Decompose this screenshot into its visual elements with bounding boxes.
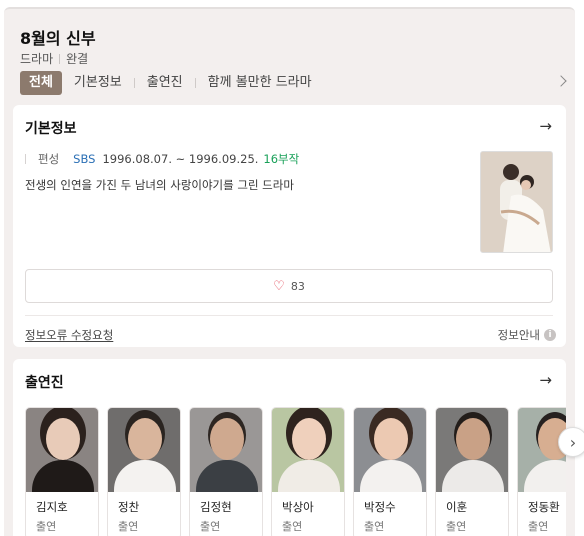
tab-basic-info[interactable]: 기본정보	[62, 71, 134, 95]
cast-heading: 출연진	[25, 375, 64, 391]
cast-role: 출연	[364, 520, 385, 533]
cast-name: 김지호	[36, 500, 68, 514]
cast-item[interactable]: 박상아 출연	[271, 407, 345, 536]
cast-next-button[interactable]: ›	[558, 427, 584, 457]
cast-item[interactable]: 김지호 출연	[25, 407, 99, 536]
cast-photo	[190, 408, 262, 492]
cast-photo	[26, 408, 98, 492]
cast-photo	[354, 408, 426, 492]
like-button[interactable]: ♡ 83	[25, 269, 553, 303]
cast-photo	[108, 408, 180, 492]
cast-photo	[518, 408, 566, 492]
tab-bar: 전체 기본정보 출연진 함께 볼만한 드라마	[20, 71, 324, 95]
network-link[interactable]: SBS	[73, 152, 95, 166]
cast-card: 출연진 → 김지호 출연 정찬 출연 김정현 출연 박상아 출연 박정수 출연 …	[13, 359, 566, 536]
arrow-right-icon[interactable]: →	[539, 371, 552, 389]
info-guide[interactable]: 정보안내 i	[498, 327, 556, 343]
divider	[59, 53, 61, 64]
cast-name: 박정수	[364, 500, 396, 514]
meta-label: 편성	[38, 152, 60, 166]
cast-role: 출연	[446, 520, 467, 533]
info-guide-label: 정보안내	[497, 328, 540, 342]
report-error-link[interactable]: 정보오류 수정요청	[25, 327, 113, 343]
arrow-right-icon[interactable]: →	[539, 117, 552, 135]
cast-item[interactable]: 박정수 출연	[353, 407, 427, 536]
cast-role: 출연	[36, 520, 57, 533]
episode-count: 16부작	[263, 152, 300, 166]
cast-photo	[272, 408, 344, 492]
tab-cast[interactable]: 출연진	[135, 71, 195, 95]
drama-poster[interactable]	[480, 151, 553, 253]
like-count: 83	[290, 279, 305, 293]
heart-icon: ♡	[273, 278, 285, 294]
cast-item[interactable]: 이훈 출연	[435, 407, 509, 536]
tab-related-dramas[interactable]: 함께 볼만한 드라마	[196, 71, 324, 95]
basic-info-heading: 기본정보	[25, 121, 77, 137]
cast-name: 박상아	[282, 500, 314, 514]
cast-role: 출연	[200, 520, 221, 533]
drama-description: 전생의 인연을 가진 두 남녀의 사랑이야기를 그린 드라마	[25, 178, 294, 192]
info-icon: i	[544, 329, 556, 341]
basic-info-card: 기본정보 → 편성 SBS 1996.08.07. ~ 1996.09.25. …	[13, 105, 566, 347]
cast-item[interactable]: 정동환 출연	[517, 407, 566, 536]
poster-image	[481, 152, 552, 252]
cast-item[interactable]: 김정현 출연	[189, 407, 263, 536]
cast-role: 출연	[528, 520, 549, 533]
cast-role: 출연	[282, 520, 303, 533]
cast-name: 정찬	[118, 500, 140, 514]
genre-label: 드라마	[20, 52, 54, 66]
cast-list: 김지호 출연 정찬 출연 김정현 출연 박상아 출연 박정수 출연 이훈 출연 …	[25, 407, 566, 536]
air-dates: 1996.08.07. ~ 1996.09.25.	[102, 152, 259, 166]
cast-photo	[436, 408, 508, 492]
cast-name: 정동환	[528, 500, 560, 514]
status-label: 완결	[66, 52, 89, 66]
drama-subinfo: 드라마 완결	[20, 50, 88, 67]
cast-name: 김정현	[200, 500, 232, 514]
divider	[25, 154, 26, 164]
drama-panel: 8월의 신부 드라마 완결 전체 기본정보 출연진 함께 볼만한 드라마 기본정…	[4, 7, 575, 536]
cast-name: 이훈	[446, 500, 468, 514]
cast-item[interactable]: 정찬 출연	[107, 407, 181, 536]
drama-title: 8월의 신부	[20, 29, 96, 48]
chevron-right-icon: ›	[569, 432, 577, 452]
chevron-right-icon[interactable]	[555, 75, 567, 87]
divider	[25, 315, 553, 316]
tab-all[interactable]: 전체	[20, 71, 62, 95]
broadcast-meta: 편성 SBS 1996.08.07. ~ 1996.09.25. 16부작	[25, 151, 299, 167]
cast-role: 출연	[118, 520, 139, 533]
